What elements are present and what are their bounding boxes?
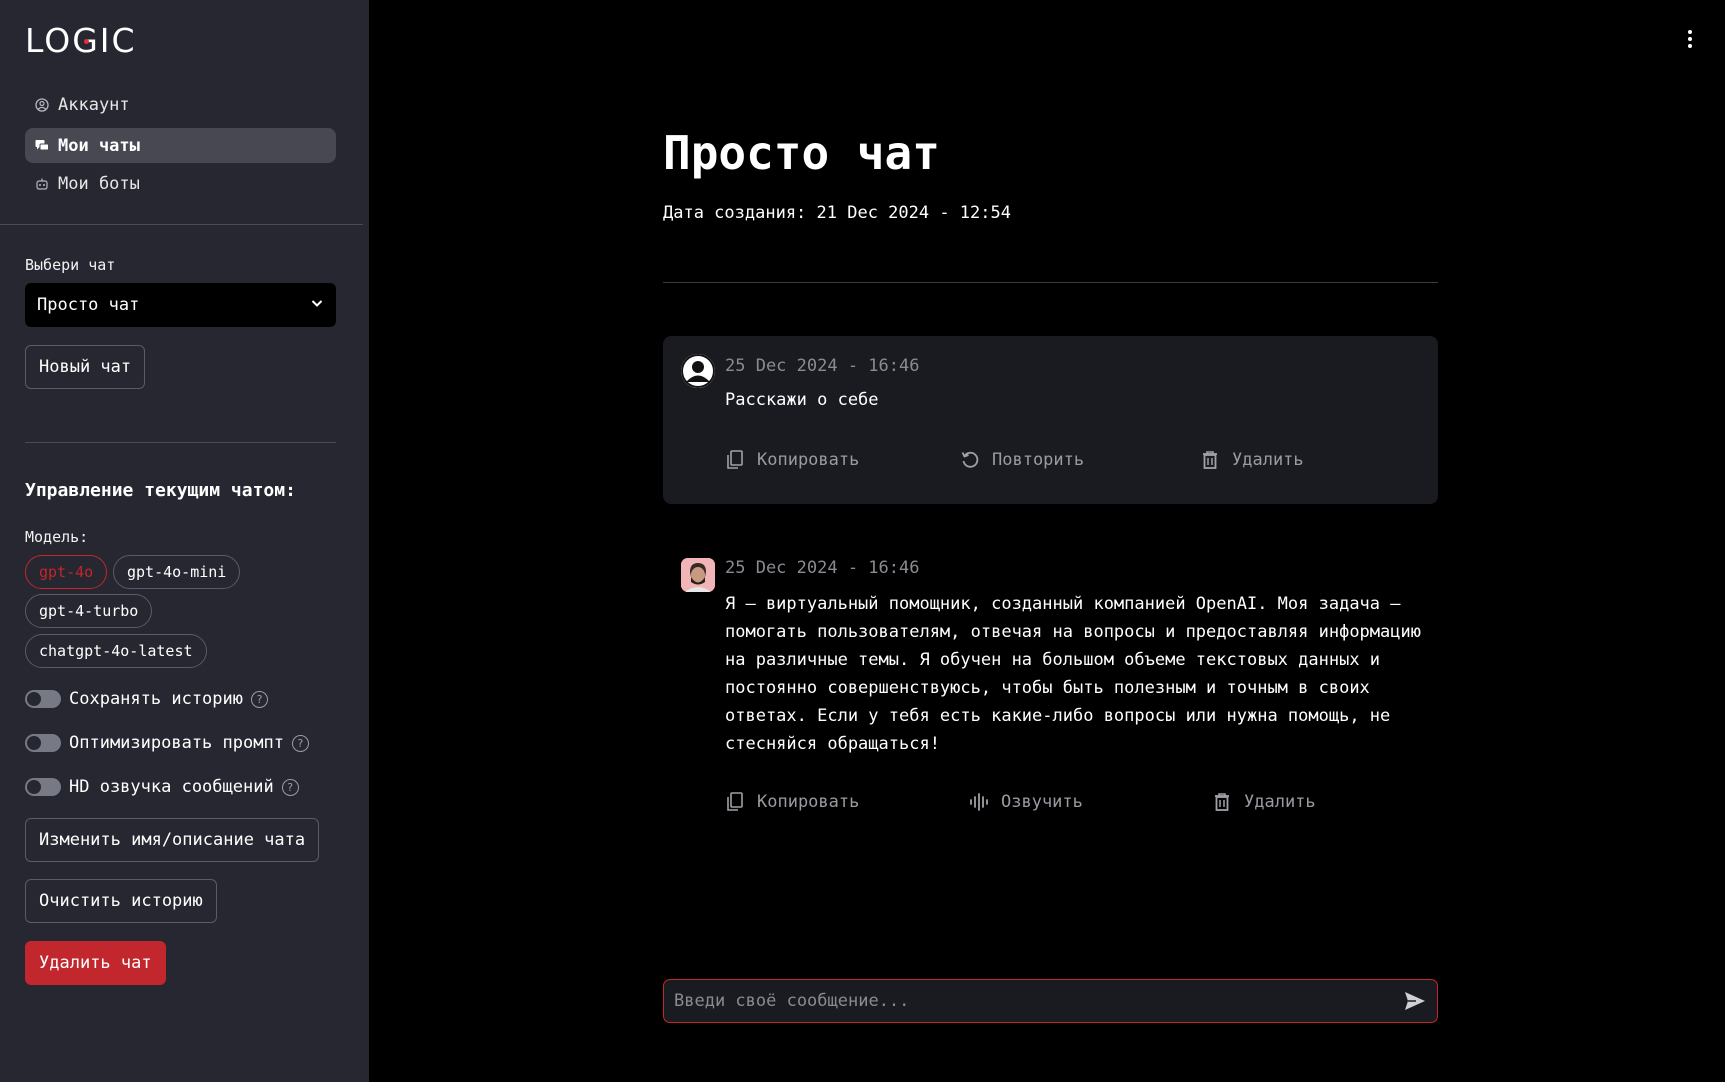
copy-icon — [725, 450, 745, 470]
action-label: Копировать — [757, 792, 860, 812]
model-chip-gpt-4o[interactable]: gpt-4o — [25, 555, 108, 589]
copy-icon — [725, 792, 745, 812]
page-title: Просто чат — [663, 126, 940, 180]
sidebar-item-label: Аккаунт — [58, 94, 130, 115]
trash-icon — [1200, 450, 1220, 470]
divider — [663, 282, 1438, 283]
message-assistant: 25 Dec 2024 - 16:46 Я — виртуальный помо… — [663, 540, 1438, 840]
message-timestamp: 25 Dec 2024 - 16:46 — [725, 558, 920, 578]
trash-icon — [1212, 792, 1232, 812]
delete-message-button[interactable]: Удалить — [1212, 792, 1316, 812]
new-chat-button[interactable]: Новый чат — [25, 345, 146, 389]
divider — [0, 224, 363, 225]
message-timestamp: 25 Dec 2024 - 16:46 — [725, 356, 920, 376]
toggle-hd-voice-row: HD озвучка сообщений ? — [25, 775, 299, 799]
action-label: Удалить — [1232, 450, 1304, 470]
message-user: 25 Dec 2024 - 16:46 Расскажи о себе Копи… — [663, 336, 1438, 504]
chat-select-value: Просто чат — [37, 295, 140, 315]
clear-history-button[interactable]: Очистить историю — [25, 879, 217, 923]
assistant-avatar-icon — [681, 558, 715, 592]
send-icon[interactable] — [1403, 989, 1427, 1013]
user-avatar-icon — [681, 354, 715, 388]
waveform-icon — [969, 792, 989, 812]
toggle-save-history[interactable] — [25, 690, 61, 708]
copy-button[interactable]: Копировать — [725, 450, 859, 470]
chat-select-label: Выбери чат — [25, 256, 116, 274]
help-icon[interactable]: ? — [251, 690, 268, 708]
model-chip-chatgpt-4o-latest[interactable]: chatgpt-4o-latest — [25, 634, 207, 668]
chat-select[interactable]: Просто чат — [25, 283, 336, 327]
message-input[interactable] — [674, 991, 1403, 1011]
toggle-optimize-prompt-row: Оптимизировать промпт ? — [25, 731, 309, 755]
model-chip-gpt-4-turbo[interactable]: gpt-4-turbo — [25, 594, 153, 628]
message-text: Расскажи о себе — [725, 390, 879, 410]
toggle-save-history-row: Сохранять историю ? — [25, 687, 268, 711]
retry-button[interactable]: Повторить — [960, 450, 1084, 470]
copy-button[interactable]: Копировать — [725, 792, 859, 812]
delete-message-button[interactable]: Удалить — [1200, 450, 1304, 470]
model-chip-gpt-4o-mini[interactable]: gpt-4o-mini — [113, 555, 241, 589]
toggle-hd-voice[interactable] — [25, 778, 61, 796]
sidebar: LOGIC Аккаунт Мои чаты Мои боты Выбери ч… — [0, 0, 369, 1082]
action-label: Копировать — [757, 450, 860, 470]
action-label: Удалить — [1244, 792, 1316, 812]
logo: LOGIC — [25, 21, 137, 60]
account-icon — [35, 97, 49, 112]
delete-chat-button[interactable]: Удалить чат — [25, 941, 166, 985]
created-date: Дата создания: 21 Dec 2024 - 12:54 — [663, 203, 1011, 223]
sidebar-item-bots[interactable]: Мои боты — [25, 166, 336, 201]
action-label: Повторить — [992, 450, 1085, 470]
sidebar-item-account[interactable]: Аккаунт — [25, 87, 336, 122]
toggle-label: Оптимизировать промпт — [69, 733, 284, 753]
message-text: Я — виртуальный помощник, созданный комп… — [725, 594, 1421, 754]
help-icon[interactable]: ? — [281, 778, 299, 796]
sidebar-item-label: Мои чаты — [58, 135, 140, 156]
retry-icon — [960, 450, 980, 470]
message-input-container — [663, 979, 1438, 1023]
help-icon[interactable]: ? — [291, 734, 309, 752]
chats-icon — [35, 139, 49, 153]
more-menu-icon[interactable] — [1683, 28, 1697, 50]
sidebar-item-label: Мои боты — [58, 173, 140, 194]
divider — [25, 442, 336, 443]
sidebar-item-chats[interactable]: Мои чаты — [25, 128, 336, 163]
manage-chat-title: Управление текущим чатом: — [25, 480, 296, 501]
rename-chat-button[interactable]: Изменить имя/описание чата — [25, 818, 320, 862]
toggle-optimize-prompt[interactable] — [25, 734, 61, 752]
toggle-label: HD озвучка сообщений — [69, 777, 274, 797]
action-label: Озвучить — [1001, 792, 1083, 812]
chevron-down-icon — [310, 295, 324, 315]
bot-icon — [35, 177, 49, 191]
model-label: Модель: — [25, 528, 89, 546]
speak-button[interactable]: Озвучить — [969, 792, 1083, 812]
toggle-label: Сохранять историю — [69, 689, 243, 709]
